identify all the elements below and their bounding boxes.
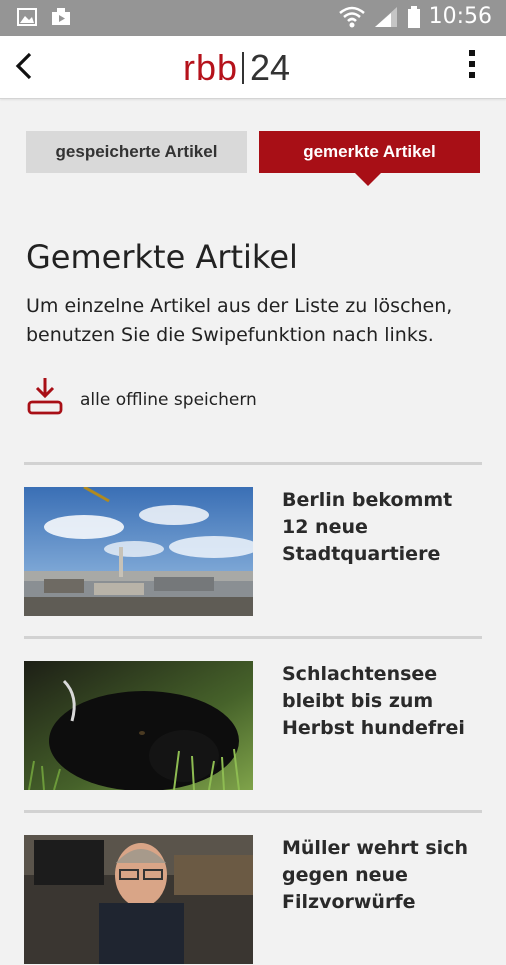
article-title: Berlin bekommt 12 neue Stadtquartiere	[282, 489, 453, 565]
article-title: Müller wehrt sich gegen neue Filzvorwürf…	[282, 837, 468, 913]
article-item[interactable]: Berlin bekommt 12 neue Stadtquartiere	[24, 487, 482, 617]
active-tab-indicator	[355, 173, 381, 186]
status-time: 10:56	[428, 4, 492, 29]
article-item[interactable]: Schlachtensee bleibt bis zum Herbst hund…	[24, 661, 482, 791]
logo-rbb-text: rbb	[183, 47, 239, 88]
page-title: Gemerkte Artikel	[26, 238, 298, 276]
save-all-offline-button[interactable]: alle offline speichern	[26, 376, 257, 418]
intro-text: Um einzelne Artikel aus der Liste zu lös…	[26, 295, 453, 346]
app-logo: rbb 24	[183, 48, 290, 88]
app-bar: rbb 24	[0, 36, 506, 99]
divider	[24, 636, 482, 639]
article-title: Schlachtensee bleibt bis zum Herbst hund…	[282, 663, 465, 739]
battery-icon	[407, 5, 420, 28]
gallery-icon	[17, 8, 37, 26]
logo-24-text: 24	[250, 47, 291, 88]
video-icon	[52, 8, 70, 25]
tab-marked-articles[interactable]: gemerkte Artikel	[259, 131, 480, 173]
download-icon	[27, 378, 63, 415]
offline-label: alle offline speichern	[80, 390, 257, 410]
wifi-icon	[338, 6, 365, 27]
status-bar: 10:56	[0, 0, 506, 36]
signal-icon	[374, 6, 397, 27]
tab-saved-articles[interactable]: gespeicherte Artikel	[26, 131, 247, 173]
back-button[interactable]	[8, 48, 44, 84]
article-item[interactable]: Müller wehrt sich gegen neue Filzvorwürf…	[24, 835, 482, 965]
divider	[24, 810, 482, 813]
chevron-left-icon	[15, 52, 32, 80]
black-dog-photo	[24, 661, 253, 790]
overflow-menu-button[interactable]	[462, 50, 482, 84]
logo-separator	[242, 52, 245, 84]
city-skyline-photo	[24, 487, 253, 616]
divider	[24, 462, 482, 465]
more-vert-icon	[462, 50, 482, 78]
